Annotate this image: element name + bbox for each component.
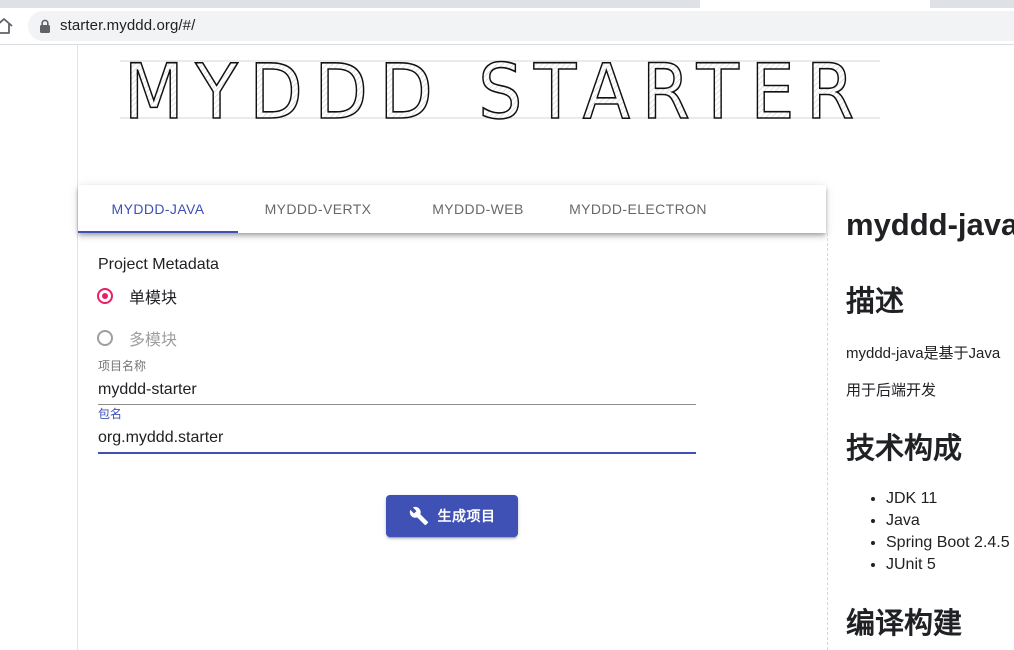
browser-tab-active[interactable] <box>700 0 930 8</box>
radio-multi-module[interactable]: 多模块 <box>97 326 177 350</box>
radio-unchecked-icon[interactable] <box>97 330 113 346</box>
package-name-input[interactable]: org.myddd.starter <box>98 427 696 449</box>
radio-label[interactable]: 多模块 <box>129 326 177 350</box>
logo-text: MYDDD STARTER <box>124 56 866 128</box>
project-type-tabs: MYDDD-JAVA MYDDD-VERTX MYDDD-WEB MYDDD-E… <box>78 185 826 233</box>
tab-myddd-java[interactable]: MYDDD-JAVA <box>78 185 238 233</box>
radio-checked-icon[interactable] <box>97 288 113 304</box>
list-item: Spring Boot 2.4.5 <box>886 532 1010 554</box>
section-title: Project Metadata <box>98 256 219 273</box>
field-underline <box>98 404 696 405</box>
doc-title: myddd-java <box>846 207 1014 242</box>
field-underline <box>98 452 696 454</box>
radio-single-module[interactable]: 单模块 <box>97 284 177 308</box>
tech-stack-list: JDK 11 Java Spring Boot 2.4.5 JUnit 5 <box>846 488 1010 576</box>
active-tab-indicator <box>78 231 238 233</box>
doc-paragraph: myddd-java是基于Java <box>846 345 1001 362</box>
list-item: Java <box>886 510 1010 532</box>
url-text[interactable]: starter.myddd.org/#/ <box>60 17 195 34</box>
home-icon[interactable] <box>0 17 14 35</box>
doc-heading-description: 描述 <box>846 286 905 318</box>
field-label: 包名 <box>98 407 123 421</box>
doc-paragraph: 用于后端开发 <box>846 382 937 399</box>
lock-icon[interactable] <box>39 19 51 33</box>
browser-toolbar: starter.myddd.org/#/ <box>0 8 1014 45</box>
page-left-border <box>77 45 78 650</box>
browser-tab-strip <box>0 0 1014 8</box>
list-item: JDK 11 <box>886 488 1010 510</box>
list-item: JUnit 5 <box>886 554 1010 576</box>
generate-project-button[interactable]: 生成项目 <box>386 495 518 537</box>
tab-myddd-electron[interactable]: MYDDD-ELECTRON <box>558 185 718 233</box>
tab-myddd-vertx[interactable]: MYDDD-VERTX <box>238 185 398 233</box>
doc-heading-tech-stack: 技术构成 <box>846 433 963 465</box>
address-bar[interactable]: starter.myddd.org/#/ <box>28 11 1014 41</box>
generate-button-label[interactable]: 生成项目 <box>438 506 496 526</box>
browser-tab-inactive[interactable] <box>0 0 696 6</box>
package-name-field[interactable]: 包名 org.myddd.starter <box>98 407 696 454</box>
project-name-field[interactable]: 项目名称 myddd-starter <box>98 359 696 405</box>
field-label: 项目名称 <box>98 359 147 373</box>
project-name-input[interactable]: myddd-starter <box>98 379 696 401</box>
tab-myddd-web[interactable]: MYDDD-WEB <box>398 185 558 233</box>
doc-heading-build: 编译构建 <box>846 608 963 640</box>
doc-panel-divider <box>827 233 829 650</box>
radio-label[interactable]: 单模块 <box>129 284 177 308</box>
logo: MYDDD STARTER <box>120 56 880 128</box>
wrench-icon <box>409 506 428 526</box>
